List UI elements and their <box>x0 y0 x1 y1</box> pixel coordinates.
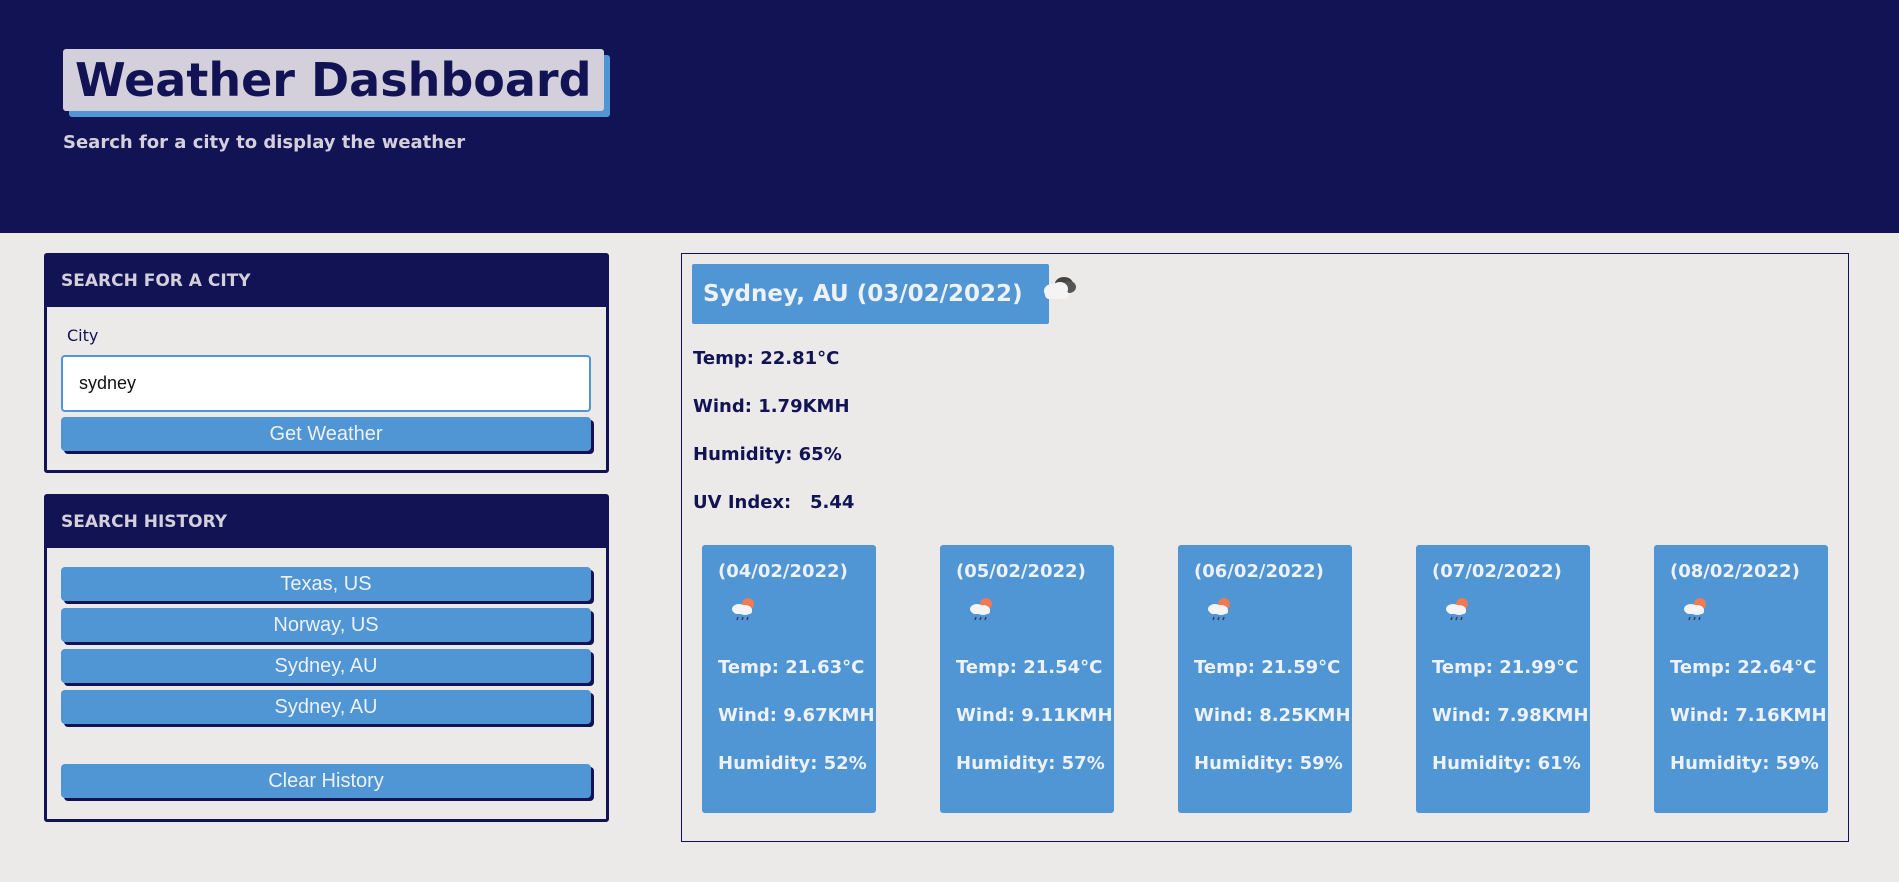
forecast-wind: Wind: 8.25KMH <box>1194 705 1351 726</box>
forecast-wind: Wind: 9.67KMH <box>718 705 875 726</box>
search-panel: SEARCH FOR A CITY City Get Weather <box>44 253 609 473</box>
forecast-humidity: Humidity: 61% <box>1432 753 1581 774</box>
current-uv-index: UV Index: 5.44 <box>693 492 855 513</box>
forecast-humidity: Humidity: 57% <box>956 753 1105 774</box>
history-item-button[interactable]: Norway, US <box>61 608 591 642</box>
forecast-humidity: Humidity: 59% <box>1194 753 1343 774</box>
forecast-card: (07/02/2022) Temp: 21.99°C Wind: 7.98KMH… <box>1416 545 1590 813</box>
page-subtitle: Search for a city to display the weather <box>63 132 466 153</box>
forecast-card: (08/02/2022) Temp: 22.64°C Wind: 7.16KMH… <box>1654 545 1828 813</box>
current-weather-heading: Sydney, AU (03/02/2022) <box>692 264 1076 324</box>
history-item-button[interactable]: Sydney, AU <box>61 690 591 724</box>
search-history-panel: SEARCH HISTORY Texas, US Norway, US Sydn… <box>44 494 609 822</box>
current-humidity: Humidity: 65% <box>693 444 842 465</box>
forecast-date: (07/02/2022) <box>1432 561 1562 582</box>
current-city-date: Sydney, AU (03/02/2022) <box>703 281 1023 307</box>
rain-sun-icon <box>1680 595 1710 627</box>
forecast-wind: Wind: 7.16KMH <box>1670 705 1827 726</box>
clear-history-button[interactable]: Clear History <box>61 764 591 798</box>
rain-sun-icon <box>728 595 758 627</box>
cloudy-icon <box>1039 265 1077 325</box>
rain-sun-icon <box>966 595 996 627</box>
city-label: City <box>67 326 99 345</box>
city-input[interactable] <box>61 355 591 412</box>
weather-display: Sydney, AU (03/02/2022) Temp: 22.81°C Wi… <box>681 253 1849 842</box>
forecast-card: (04/02/2022) Temp: 21.63°C Wind: 9.67KMH… <box>702 545 876 813</box>
forecast-temp: Temp: 21.59°C <box>1194 657 1341 678</box>
forecast-humidity: Humidity: 52% <box>718 753 867 774</box>
search-history-heading: SEARCH HISTORY <box>47 497 606 548</box>
forecast-temp: Temp: 21.99°C <box>1432 657 1579 678</box>
forecast-wind: Wind: 9.11KMH <box>956 705 1113 726</box>
forecast-card: (06/02/2022) Temp: 21.59°C Wind: 8.25KMH… <box>1178 545 1352 813</box>
get-weather-button[interactable]: Get Weather <box>61 417 591 451</box>
forecast-date: (08/02/2022) <box>1670 561 1800 582</box>
forecast-date: (05/02/2022) <box>956 561 1086 582</box>
history-item-button[interactable]: Texas, US <box>61 567 591 601</box>
forecast-temp: Temp: 22.64°C <box>1670 657 1817 678</box>
forecast-date: (04/02/2022) <box>718 561 848 582</box>
history-item-button[interactable]: Sydney, AU <box>61 649 591 683</box>
forecast-temp: Temp: 21.63°C <box>718 657 865 678</box>
forecast-card: (05/02/2022) Temp: 21.54°C Wind: 9.11KMH… <box>940 545 1114 813</box>
rain-sun-icon <box>1204 595 1234 627</box>
forecast-humidity: Humidity: 59% <box>1670 753 1819 774</box>
current-wind: Wind: 1.79KMH <box>693 396 850 417</box>
forecast-temp: Temp: 21.54°C <box>956 657 1103 678</box>
forecast-wind: Wind: 7.98KMH <box>1432 705 1589 726</box>
forecast-date: (06/02/2022) <box>1194 561 1324 582</box>
current-temp: Temp: 22.81°C <box>693 348 840 369</box>
page-header: Weather Dashboard Search for a city to d… <box>0 0 1899 233</box>
rain-sun-icon <box>1442 595 1472 627</box>
page-title: Weather Dashboard <box>63 49 604 111</box>
search-panel-heading: SEARCH FOR A CITY <box>47 256 606 307</box>
